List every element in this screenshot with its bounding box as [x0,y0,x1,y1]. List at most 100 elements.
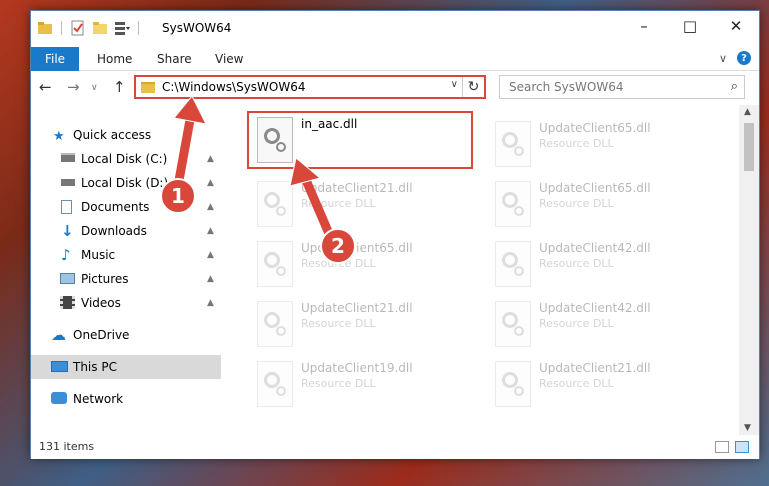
sidebar-item-videos[interactable]: Videos ▲ [31,291,221,315]
vertical-scrollbar[interactable]: ▲ ▼ [739,105,759,435]
chevron-down-icon[interactable]: ∨ [451,79,458,90]
recent-locations-icon[interactable]: ∨ [91,83,98,93]
tab-view[interactable]: View [215,52,243,66]
sidebar-item-label: This PC [73,360,117,374]
scroll-up-icon[interactable]: ▲ [744,107,751,117]
sidebar-item-label: Quick access [73,128,152,142]
sidebar-item-downloads[interactable]: ↓ Downloads ▲ [31,219,221,243]
callout-step-1: 1 [160,178,196,214]
dll-file-icon [257,181,293,227]
properties-icon[interactable] [70,20,86,36]
file-type: Resource DLL [301,317,376,330]
dll-file-icon [495,121,531,167]
search-placeholder: Search SysWOW64 [509,80,624,94]
sidebar-item-music[interactable]: ♪ Music ▲ [31,243,221,267]
download-icon: ↓ [61,222,74,240]
address-path[interactable]: C:\Windows\SysWOW64 [162,80,306,94]
file-name: UpdateClient65.dll [539,121,651,135]
sidebar-item-pictures[interactable]: Pictures ▲ [31,267,221,291]
expand-ribbon-icon[interactable]: ∨ [719,52,727,65]
file-item[interactable]: UpdateClient21.dll Resource DLL [487,359,707,411]
large-icons-view-icon[interactable] [735,441,749,453]
sidebar-item-label: OneDrive [73,328,130,342]
dll-file-icon [495,301,531,347]
file-type: Resource DLL [539,377,614,390]
sidebar-item-label: Documents [81,200,150,214]
file-item[interactable]: UpdateClient21.dll Resource DLL [249,179,469,231]
tab-share[interactable]: Share [157,52,192,66]
drive-icon [61,153,75,162]
scrollbar-thumb[interactable] [744,123,754,171]
window-controls: – □ ✕ [621,11,759,41]
back-arrow-icon[interactable]: ← [39,78,52,96]
file-name: UpdateClient19.dll [301,361,413,375]
pin-icon[interactable]: ▲ [207,274,214,284]
file-item[interactable]: UpdateClient21.dll Resource DLL [249,299,469,351]
file-type: Resource DLL [539,197,614,210]
forward-arrow-icon[interactable]: → [67,78,80,96]
address-bar[interactable]: C:\Windows\SysWOW64 ∨ ↻ [134,75,486,99]
cloud-icon: ☁ [51,326,66,344]
file-list: in_aac.dll UpdateClient65.dll Resource D… [221,105,739,435]
pin-icon[interactable]: ▲ [207,298,214,308]
sidebar-item-label: Local Disk (D:) [81,176,169,190]
sidebar-item-network[interactable]: Network [31,387,221,411]
navigation-bar: ← → ∨ ↑ C:\Windows\SysWOW64 ∨ ↻ Search S… [31,71,759,105]
dll-file-icon [495,241,531,287]
file-item[interactable]: UpdateClient65.dll Resource DLL [487,179,707,231]
search-icon[interactable]: ⌕ [731,79,738,94]
file-item[interactable]: UpdateClient42.dll Resource DLL [487,239,707,291]
ribbon-right-controls: ∨ ? [719,51,751,65]
file-name: UpdateClient21.dll [539,361,651,375]
pin-icon[interactable]: ▲ [207,226,214,236]
minimize-button[interactable]: – [621,11,667,41]
pin-icon[interactable]: ▲ [207,250,214,260]
dll-file-icon [495,181,531,227]
file-item[interactable]: UpdateClient65.dll Resource DLL [249,239,469,291]
documents-icon [61,200,72,214]
videos-icon [60,296,75,309]
tab-home[interactable]: Home [97,52,132,66]
title-bar: SysWOW64 – □ ✕ [31,11,759,45]
music-icon: ♪ [61,246,71,264]
sidebar-item-label: Music [81,248,116,262]
sidebar-item-quick-access[interactable]: ★ Quick access [31,123,221,147]
file-type: Resource DLL [301,197,376,210]
close-button[interactable]: ✕ [713,11,759,41]
file-type: Resource DLL [539,317,614,330]
navigation-pane: ★ Quick access Local Disk (C:) ▲ Local D… [31,105,221,435]
sidebar-item-onedrive[interactable]: ☁ OneDrive [31,323,221,347]
pin-icon[interactable]: ▲ [207,178,214,188]
sidebar-item-local-disk-c[interactable]: Local Disk (C:) ▲ [31,147,221,171]
scroll-down-icon[interactable]: ▼ [744,423,751,433]
file-highlight-box [247,111,473,169]
network-icon [51,392,67,404]
sidebar-item-label: Network [73,392,124,406]
file-name: UpdateClient42.dll [539,301,651,315]
sidebar-item-label: Downloads [81,224,147,238]
file-name: UpdateClient42.dll [539,241,651,255]
up-arrow-icon[interactable]: ↑ [113,78,126,96]
refresh-icon[interactable]: ↻ [462,77,484,97]
file-name: UpdateClient65.dll [539,181,651,195]
file-item[interactable]: UpdateClient65.dll Resource DLL [487,119,707,171]
pin-icon[interactable]: ▲ [207,154,214,164]
folder-icon[interactable] [37,20,53,36]
view-switcher [715,441,749,453]
tab-file[interactable]: File [31,47,79,71]
details-view-icon[interactable] [715,441,729,453]
search-input[interactable]: Search SysWOW64 ⌕ [499,75,745,99]
window-title: SysWOW64 [162,21,232,35]
customize-toolbar-icon[interactable] [114,20,130,36]
explorer-window: SysWOW64 – □ ✕ File Home Share View ∨ ? … [30,10,760,459]
dll-file-icon [257,301,293,347]
help-icon[interactable]: ? [737,51,751,65]
file-name: UpdateClient65.dll [301,241,413,255]
sidebar-item-this-pc[interactable]: This PC [31,355,221,379]
new-folder-icon[interactable] [92,20,108,36]
file-item[interactable]: UpdateClient42.dll Resource DLL [487,299,707,351]
folder-icon [141,82,155,93]
maximize-button[interactable]: □ [667,11,713,41]
pin-icon[interactable]: ▲ [207,202,214,212]
file-item[interactable]: UpdateClient19.dll Resource DLL [249,359,469,411]
